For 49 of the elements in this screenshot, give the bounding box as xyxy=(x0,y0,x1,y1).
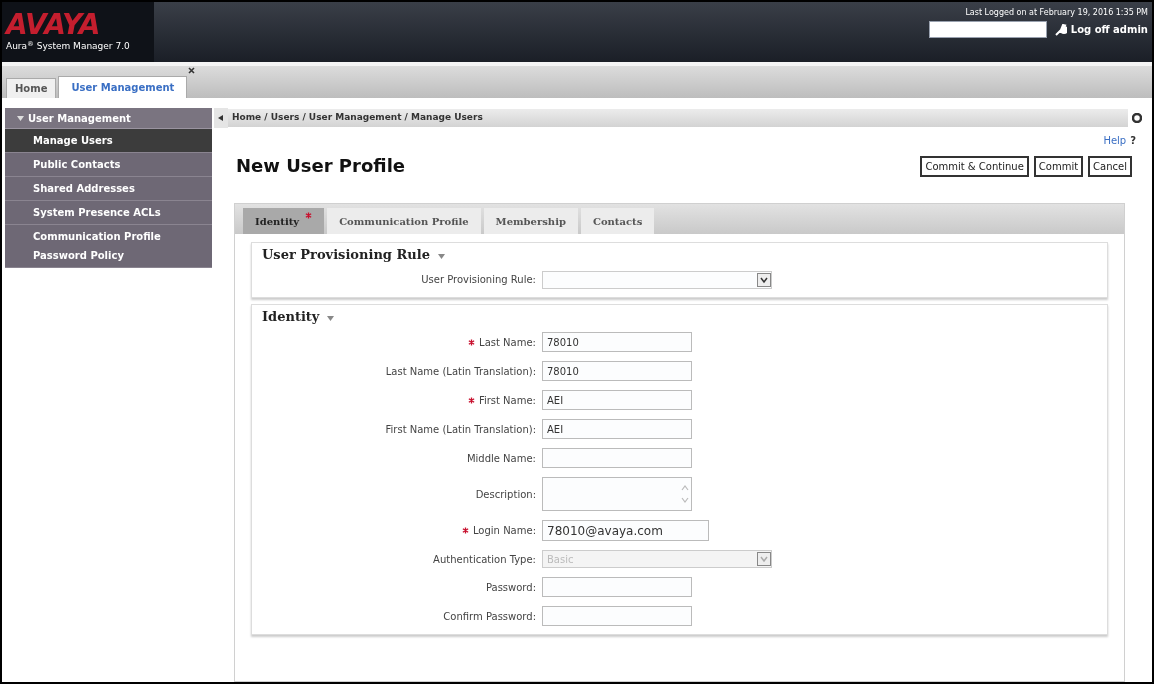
close-icon[interactable] xyxy=(1132,113,1142,123)
tab[interactable]: Contacts xyxy=(580,208,655,234)
field-label: Description: xyxy=(475,487,536,502)
dropdown-value: Basic xyxy=(547,552,574,567)
input-field[interactable]: AEI xyxy=(542,390,692,410)
action-button[interactable]: Cancel xyxy=(1088,156,1132,177)
last-logged-text: Last Logged on at February 19, 2016 1:35 PM xyxy=(965,7,1148,19)
field-label: Login Name: xyxy=(472,524,536,538)
log-off-link[interactable]: Log off admin xyxy=(1054,22,1148,37)
field-label: Confirm Password: xyxy=(443,609,536,624)
section-title: Identity xyxy=(262,307,320,326)
product-name: Aura$^{®}$ System Manager 7.0 xyxy=(6,41,131,53)
app-tab[interactable]: Home xyxy=(6,78,57,98)
input-field[interactable]: 78010@avaya.com xyxy=(542,520,709,541)
input-field[interactable] xyxy=(542,606,692,626)
input-field[interactable]: 78010 xyxy=(542,332,692,352)
input-field[interactable] xyxy=(542,577,692,597)
caret-icon[interactable] xyxy=(17,115,24,121)
section-title: User Provisioning Rule xyxy=(262,246,430,264)
action-button[interactable]: Commit & Continue xyxy=(920,156,1029,177)
field-label: First Name: xyxy=(478,393,536,408)
field-label: First Name (Latin Translation): xyxy=(385,422,536,437)
field-label: Middle Name: xyxy=(466,451,536,466)
help-mark: ? xyxy=(1130,134,1136,148)
text-area[interactable] xyxy=(542,477,692,511)
breadcrumb: Home / Users / User Management / Manage Users xyxy=(232,111,483,125)
scroll-arrows-icon xyxy=(681,484,689,504)
field-label: User Provisioning Rule: xyxy=(421,273,536,287)
close-icon[interactable] xyxy=(188,67,196,74)
field-label: Authentication Type: xyxy=(433,552,536,567)
tab[interactable]: Membership xyxy=(483,208,578,234)
field-label: Last Name: xyxy=(479,335,536,350)
page-title: New User Profile xyxy=(236,154,405,178)
sidebar-header[interactable]: User Management xyxy=(5,108,212,129)
tab[interactable]: Communication Profile xyxy=(327,208,481,234)
sidebar-item[interactable]: Manage Users xyxy=(5,129,212,153)
input-field[interactable] xyxy=(542,448,692,468)
avaya-logo: AVAYA xyxy=(6,11,101,40)
search-field[interactable] xyxy=(928,21,1047,38)
input-field[interactable]: 78010 xyxy=(542,361,692,381)
app-tab[interactable]: User Management xyxy=(58,76,188,98)
help-link[interactable]: Help xyxy=(1103,133,1127,148)
collapse-icon[interactable] xyxy=(214,108,228,128)
wrench-icon xyxy=(1054,23,1067,36)
field-label: Last Name (Latin Translation): xyxy=(385,364,536,379)
input-field[interactable]: AEI xyxy=(542,419,692,439)
action-button[interactable]: Commit xyxy=(1033,156,1084,177)
field-label: Password: xyxy=(485,580,536,595)
tab[interactable]: Identity xyxy=(243,208,325,234)
